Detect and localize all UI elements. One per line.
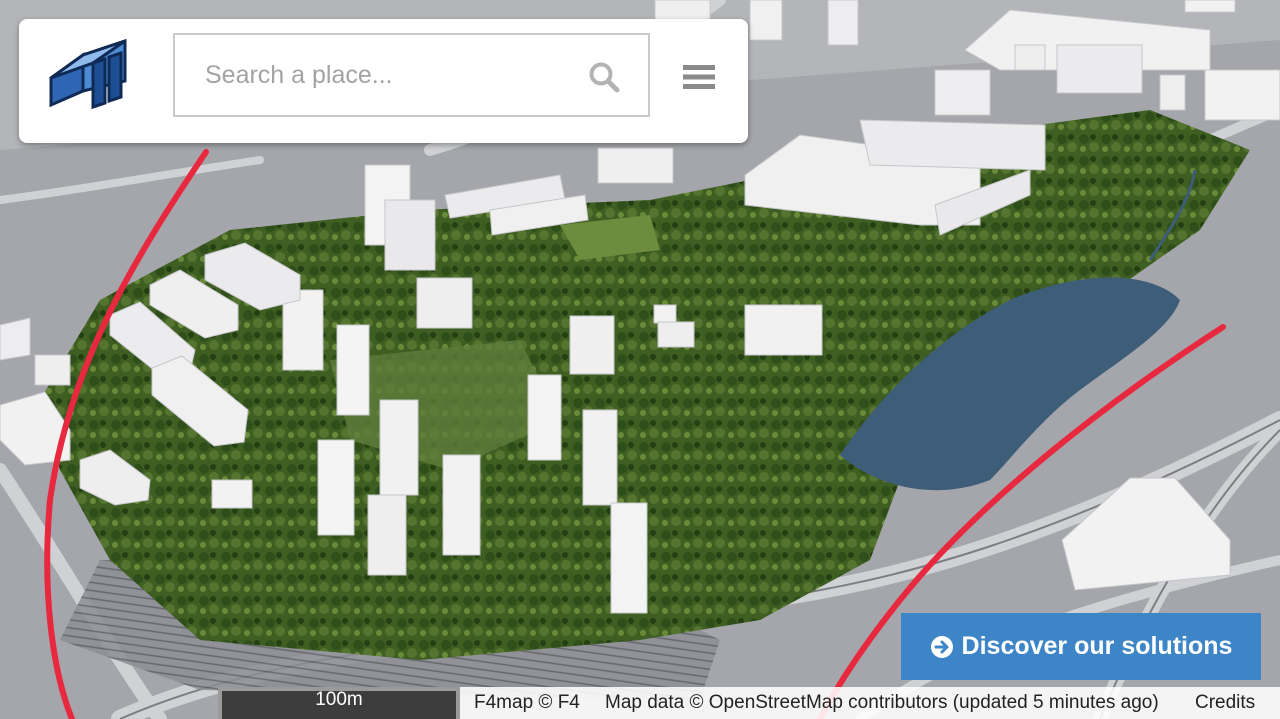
search-box bbox=[173, 33, 650, 117]
circle-arrow-right-icon bbox=[930, 635, 953, 658]
top-panel bbox=[19, 19, 748, 143]
f4map-attribution[interactable]: F4map © F4 bbox=[474, 687, 580, 719]
search-input[interactable] bbox=[175, 35, 605, 115]
credits-link[interactable]: Credits bbox=[1195, 687, 1255, 719]
f4-logo-icon[interactable] bbox=[43, 33, 139, 119]
osm-attribution[interactable]: Map data © OpenStreetMap contributors (u… bbox=[605, 687, 1159, 719]
hamburger-menu-icon[interactable] bbox=[683, 63, 715, 91]
scale-label: 100m bbox=[315, 689, 363, 710]
attribution-bar: F4map © F4 Map data © OpenStreetMap cont… bbox=[460, 687, 1280, 719]
discover-label: Discover our solutions bbox=[961, 632, 1233, 660]
discover-solutions-button[interactable]: Discover our solutions bbox=[901, 613, 1261, 680]
scale-bar: 100m bbox=[218, 687, 460, 719]
search-icon[interactable] bbox=[588, 61, 620, 93]
